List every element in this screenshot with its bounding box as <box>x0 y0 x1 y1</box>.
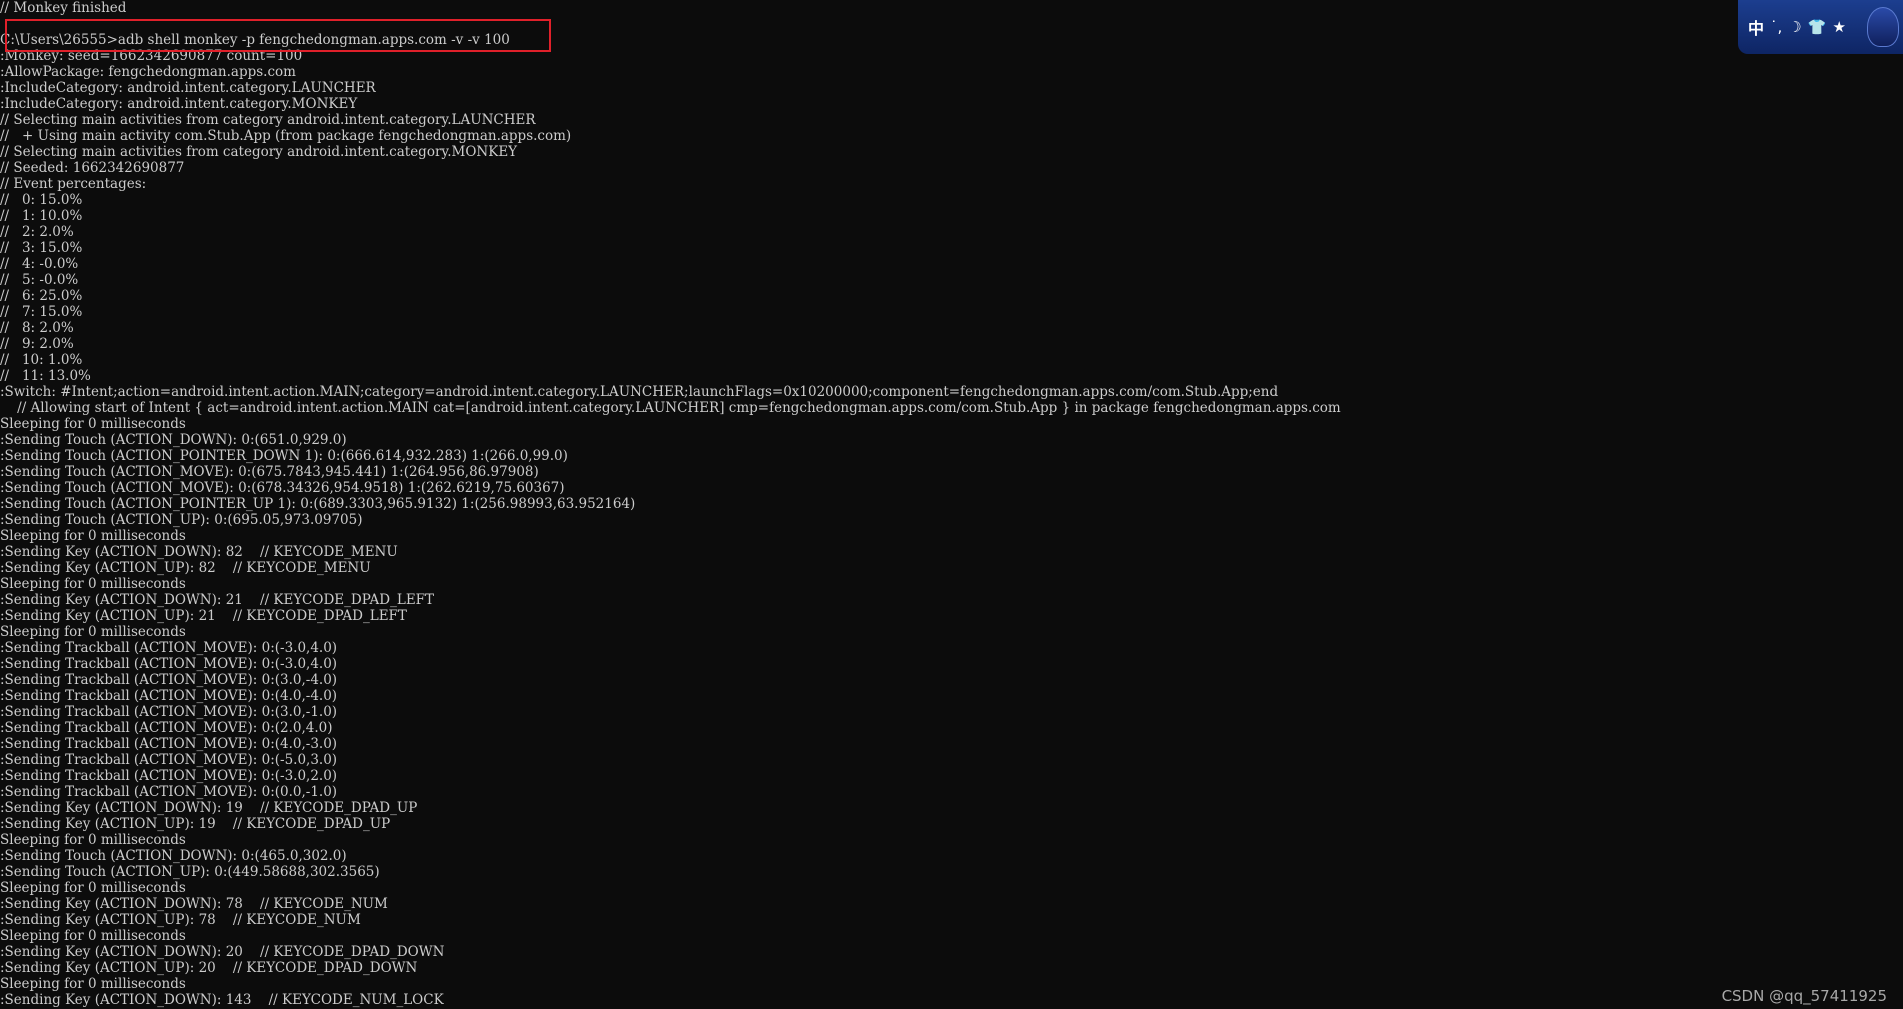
terminal-line: :Sending Trackball (ACTION_MOVE): 0:(-3.… <box>0 656 338 672</box>
terminal-line: // 10: 1.0% <box>0 352 83 368</box>
terminal-line: :AllowPackage: fengchedongman.apps.com <box>0 64 296 80</box>
terminal-line: // 8: 2.0% <box>0 320 74 336</box>
terminal-line: :Switch: #Intent;action=android.intent.a… <box>0 384 1279 400</box>
terminal-line: :Sending Key (ACTION_DOWN): 78 // KEYCOD… <box>0 896 388 912</box>
ime-toolbar[interactable]: 中 ˙, ☽ 👕 ★ <box>1738 0 1903 54</box>
shirt-icon[interactable]: 👕 <box>1808 18 1827 36</box>
terminal-line: :Sending Trackball (ACTION_MOVE): 0:(4.0… <box>0 688 338 704</box>
terminal-line: Sleeping for 0 milliseconds <box>0 928 186 944</box>
terminal-line: // + Using main activity com.Stub.App (f… <box>0 128 572 144</box>
terminal-line: :Sending Trackball (ACTION_MOVE): 0:(-3.… <box>0 640 338 656</box>
terminal-line: Sleeping for 0 milliseconds <box>0 832 186 848</box>
terminal-line: :Sending Trackball (ACTION_MOVE): 0:(-5.… <box>0 752 338 768</box>
terminal-line: :Sending Trackball (ACTION_MOVE): 0:(-3.… <box>0 768 338 784</box>
terminal-line: :Sending Key (ACTION_UP): 19 // KEYCODE_… <box>0 816 391 832</box>
terminal-line: // 0: 15.0% <box>0 192 83 208</box>
csdn-watermark: CSDN @qq_57411925 <box>1721 987 1887 1005</box>
terminal-line: Sleeping for 0 milliseconds <box>0 976 186 992</box>
star-icon[interactable]: ★ <box>1832 18 1845 36</box>
terminal-line: // 1: 10.0% <box>0 208 83 224</box>
terminal-line: :Sending Key (ACTION_UP): 20 // KEYCODE_… <box>0 960 418 976</box>
terminal-line: // Allowing start of Intent { act=androi… <box>0 400 1341 416</box>
terminal-line: // 4: -0.0% <box>0 256 79 272</box>
terminal-line: // Event percentages: <box>0 176 147 192</box>
terminal-line: :Sending Key (ACTION_UP): 21 // KEYCODE_… <box>0 608 407 624</box>
terminal-line: :Sending Touch (ACTION_MOVE): 0:(678.343… <box>0 480 565 496</box>
terminal-line: Sleeping for 0 milliseconds <box>0 880 186 896</box>
terminal-line: Sleeping for 0 milliseconds <box>0 416 186 432</box>
terminal-line: C:\Users\26555>adb shell monkey -p fengc… <box>0 32 510 48</box>
terminal-line: // Monkey finished <box>0 0 127 16</box>
terminal-line: // 11: 13.0% <box>0 368 91 384</box>
terminal-line: :Sending Trackball (ACTION_MOVE): 0:(0.0… <box>0 784 338 800</box>
terminal-line: :Monkey: seed=1662342690877 count=100 <box>0 48 303 64</box>
terminal-line: :Sending Key (ACTION_DOWN): 19 // KEYCOD… <box>0 800 418 816</box>
terminal-line: :Sending Touch (ACTION_UP): 0:(695.05,97… <box>0 512 363 528</box>
moon-icon[interactable]: ☽ <box>1788 18 1801 36</box>
terminal-line: :Sending Key (ACTION_DOWN): 82 // KEYCOD… <box>0 544 398 560</box>
terminal-output[interactable]: // Monkey finished C:\Users\26555>adb she… <box>0 0 1903 1009</box>
terminal-line: :Sending Key (ACTION_DOWN): 20 // KEYCOD… <box>0 944 445 960</box>
terminal-line: // 9: 2.0% <box>0 336 74 352</box>
terminal-line: :Sending Trackball (ACTION_MOVE): 0:(4.0… <box>0 736 338 752</box>
terminal-line: // Selecting main activities from catego… <box>0 144 518 160</box>
terminal-line: :Sending Trackball (ACTION_MOVE): 0:(3.0… <box>0 672 338 688</box>
terminal-line: :Sending Key (ACTION_DOWN): 21 // KEYCOD… <box>0 592 435 608</box>
terminal-line: Sleeping for 0 milliseconds <box>0 576 186 592</box>
terminal-line: Sleeping for 0 milliseconds <box>0 624 186 640</box>
terminal-line: :IncludeCategory: android.intent.categor… <box>0 80 376 96</box>
terminal-line: // 3: 15.0% <box>0 240 83 256</box>
punctuation-icon[interactable]: ˙, <box>1770 18 1782 36</box>
ime-avatar-icon[interactable] <box>1867 7 1899 47</box>
terminal-line: // 7: 15.0% <box>0 304 83 320</box>
terminal-line: // 5: -0.0% <box>0 272 79 288</box>
terminal-line: // 2: 2.0% <box>0 224 74 240</box>
terminal-line: :Sending Key (ACTION_UP): 78 // KEYCODE_… <box>0 912 361 928</box>
terminal-line: // Selecting main activities from catego… <box>0 112 536 128</box>
terminal-line: :Sending Touch (ACTION_POINTER_UP 1): 0:… <box>0 496 636 512</box>
terminal-line: :Sending Key (ACTION_UP): 82 // KEYCODE_… <box>0 560 371 576</box>
ime-language-toggle[interactable]: 中 <box>1748 15 1764 39</box>
terminal-line: // Seeded: 1662342690877 <box>0 160 185 176</box>
terminal-line: // 6: 25.0% <box>0 288 83 304</box>
terminal-line: :IncludeCategory: android.intent.categor… <box>0 96 358 112</box>
terminal-line: Sleeping for 0 milliseconds <box>0 528 186 544</box>
terminal-line: :Sending Touch (ACTION_DOWN): 0:(651.0,9… <box>0 432 347 448</box>
terminal-line: :Sending Trackball (ACTION_MOVE): 0:(2.0… <box>0 720 333 736</box>
terminal-line: :Sending Touch (ACTION_POINTER_DOWN 1): … <box>0 448 568 464</box>
terminal-line: :Sending Key (ACTION_DOWN): 143 // KEYCO… <box>0 992 444 1008</box>
terminal-line: :Sending Trackball (ACTION_MOVE): 0:(3.0… <box>0 704 338 720</box>
terminal-line: :Sending Touch (ACTION_DOWN): 0:(465.0,3… <box>0 848 347 864</box>
terminal-line: :Sending Touch (ACTION_UP): 0:(449.58688… <box>0 864 380 880</box>
terminal-line: :Sending Touch (ACTION_MOVE): 0:(675.784… <box>0 464 539 480</box>
